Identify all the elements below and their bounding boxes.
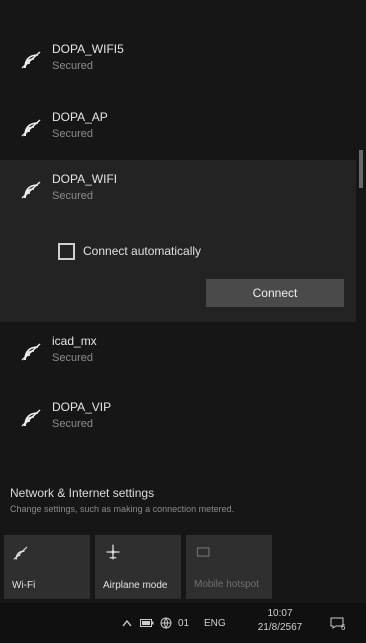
network-settings-link[interactable]: Network & Internet settings Change setti… [10, 486, 350, 514]
network-status: Secured [52, 128, 93, 140]
network-item-icad-mx[interactable]: icad_mx Secured [0, 322, 356, 390]
taskbar: 01 ENG 10:07 21/8/2567 6 [0, 603, 366, 643]
connect-automatically-checkbox[interactable] [58, 242, 75, 260]
clock-date: 21/8/2567 [257, 622, 303, 633]
network-globe-icon[interactable] [160, 603, 172, 643]
wifi-icon [21, 343, 41, 361]
clock[interactable]: 10:07 21/8/2567 [248, 607, 312, 635]
connect-automatically-option[interactable]: Connect automatically [58, 242, 201, 260]
network-settings-subtitle: Change settings, such as making a connec… [10, 504, 235, 514]
hotspot-icon [196, 547, 210, 557]
language-indicator[interactable]: ENG [204, 603, 226, 643]
airplane-icon [106, 544, 120, 560]
connect-automatically-label: Connect automatically [83, 244, 202, 258]
tile-label: Mobile hotspot [194, 579, 260, 590]
network-name: DOPA_AP [52, 110, 108, 124]
network-name: DOPA_WIFI5 [52, 42, 124, 56]
connect-button[interactable]: Connect [206, 279, 344, 307]
network-status: Secured [52, 60, 93, 72]
network-settings-title: Network & Internet settings [10, 486, 155, 500]
wifi-icon [21, 51, 41, 69]
wifi-icon [21, 181, 41, 199]
network-item-dopa-wifi[interactable]: DOPA_WIFI Secured Connect automatically … [0, 160, 356, 322]
volume-icon[interactable]: 01 [178, 603, 189, 643]
network-name: DOPA_VIP [52, 400, 112, 414]
mobile-hotspot-tile[interactable]: Mobile hotspot [186, 535, 272, 599]
network-status: Secured [52, 352, 93, 364]
wifi-icon [13, 546, 28, 560]
notification-icon[interactable]: 6 [330, 603, 345, 643]
network-status: Secured [52, 190, 93, 202]
network-status: Secured [52, 418, 93, 430]
network-item-dopa-ap[interactable]: DOPA_AP Secured [0, 98, 356, 166]
network-name: DOPA_WIFI [52, 172, 118, 186]
wifi-icon [21, 409, 41, 427]
chevron-up-icon[interactable] [122, 603, 132, 643]
wifi-toggle-tile[interactable]: Wi-Fi [4, 535, 90, 599]
network-item-dopa-vip[interactable]: DOPA_VIP Secured [0, 388, 356, 456]
volume-label: 01 [178, 617, 190, 629]
network-name: icad_mx [52, 334, 97, 348]
tile-label: Wi-Fi [12, 580, 36, 591]
wifi-icon [21, 119, 41, 137]
battery-icon[interactable] [140, 603, 154, 643]
notification-count: 6 [341, 622, 346, 632]
tile-label: Airplane mode [103, 580, 168, 591]
network-item-dopa-wifi5[interactable]: DOPA_WIFI5 Secured [0, 30, 356, 98]
scrollbar-thumb[interactable] [359, 150, 363, 188]
clock-time: 10:07 [267, 608, 293, 619]
network-flyout: DOPA_WIFI5 Secured DOPA_AP Secured DOPA_… [0, 0, 366, 643]
airplane-mode-tile[interactable]: Airplane mode [95, 535, 181, 599]
